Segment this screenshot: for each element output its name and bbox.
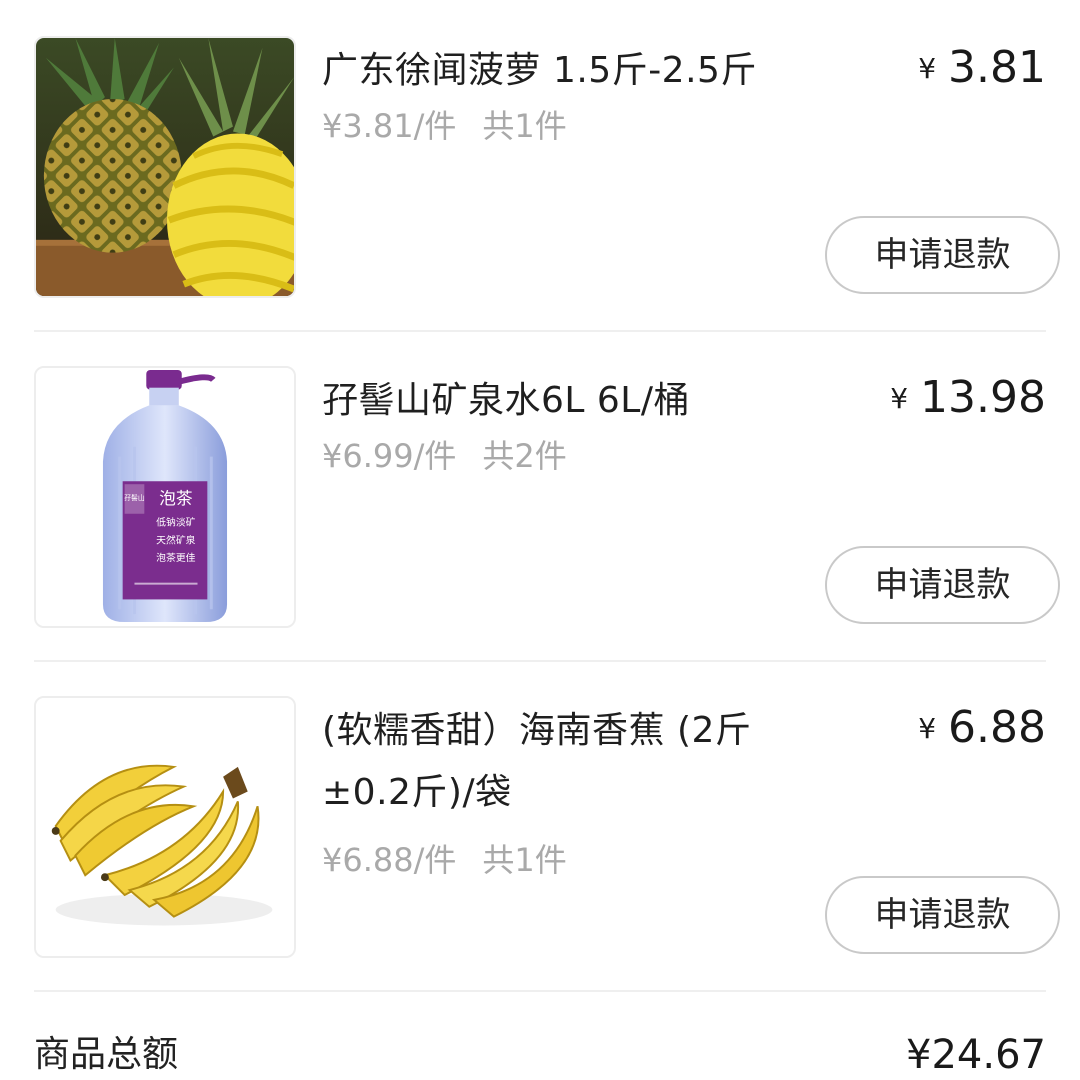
price-value: 3.81 (948, 42, 1046, 93)
unit-price: ¥6.99/件 (322, 437, 457, 475)
refund-button[interactable]: 申请退款 (825, 876, 1060, 954)
order-item-mineral-water: 孖髻山 泡茶 低钠淡矿 天然矿泉 泡茶更佳 孖髻山矿泉水6L 6L/桶 ¥6.9… (0, 330, 1080, 660)
bottle-line-text: 低钠淡矿 (156, 516, 195, 529)
product-name[interactable]: (软糯香甜）海南香蕉 (2斤±0.2斤)/袋 (322, 700, 782, 824)
product-meta: ¥3.81/件 共1件 (322, 104, 567, 148)
unit-price: ¥6.88/件 (322, 841, 457, 879)
refund-button[interactable]: 申请退款 (825, 216, 1060, 294)
price-value: 13.98 (920, 372, 1046, 423)
bottle-title-text: 泡茶 (159, 488, 193, 508)
quantity: 共1件 (482, 841, 567, 879)
product-image-bananas[interactable] (34, 696, 296, 958)
product-meta: ¥6.99/件 共2件 (322, 434, 567, 478)
product-name[interactable]: 孖髻山矿泉水6L 6L/桶 (322, 370, 782, 432)
bottle-brand-text: 孖髻山 (124, 493, 145, 502)
product-name[interactable]: 广东徐闻菠萝 1.5斤-2.5斤 (322, 40, 782, 102)
price-value: 6.88 (948, 702, 1046, 753)
quantity: 共2件 (482, 437, 567, 475)
item-price: ¥3.81 (918, 40, 1046, 97)
quantity: 共1件 (482, 107, 567, 145)
bottle-line-text: 天然矿泉 (156, 533, 195, 546)
total-value: ¥24.67 (906, 1032, 1046, 1078)
order-items-page: 广东徐闻菠萝 1.5斤-2.5斤 ¥3.81/件共1件 ¥3.81 申请退款 (0, 0, 1080, 1080)
item-price: ¥6.88 (918, 700, 1046, 757)
total-label: 商品总额 (34, 1034, 179, 1075)
refund-button[interactable]: 申请退款 (825, 546, 1060, 624)
order-item-bananas: (软糯香甜）海南香蕉 (2斤±0.2斤)/袋 ¥6.88/件 共1件 ¥6.88 … (0, 660, 1080, 990)
bottle-line-text: 泡茶更佳 (156, 551, 195, 564)
divider (34, 990, 1046, 992)
item-price: ¥13.98 (890, 370, 1046, 427)
product-image-mineral-water[interactable]: 孖髻山 泡茶 低钠淡矿 天然矿泉 泡茶更佳 (34, 366, 296, 628)
order-item-pineapple: 广东徐闻菠萝 1.5斤-2.5斤 ¥3.81/件 共1件 ¥3.81 申请退款 (0, 0, 1080, 330)
currency-symbol: ¥ (918, 712, 937, 745)
product-meta: ¥6.88/件 共1件 (322, 838, 567, 882)
currency-symbol: ¥ (918, 52, 937, 85)
currency-symbol: ¥ (890, 382, 909, 415)
product-image-pineapple[interactable] (34, 36, 296, 298)
unit-price: ¥3.81/件 (322, 107, 457, 145)
